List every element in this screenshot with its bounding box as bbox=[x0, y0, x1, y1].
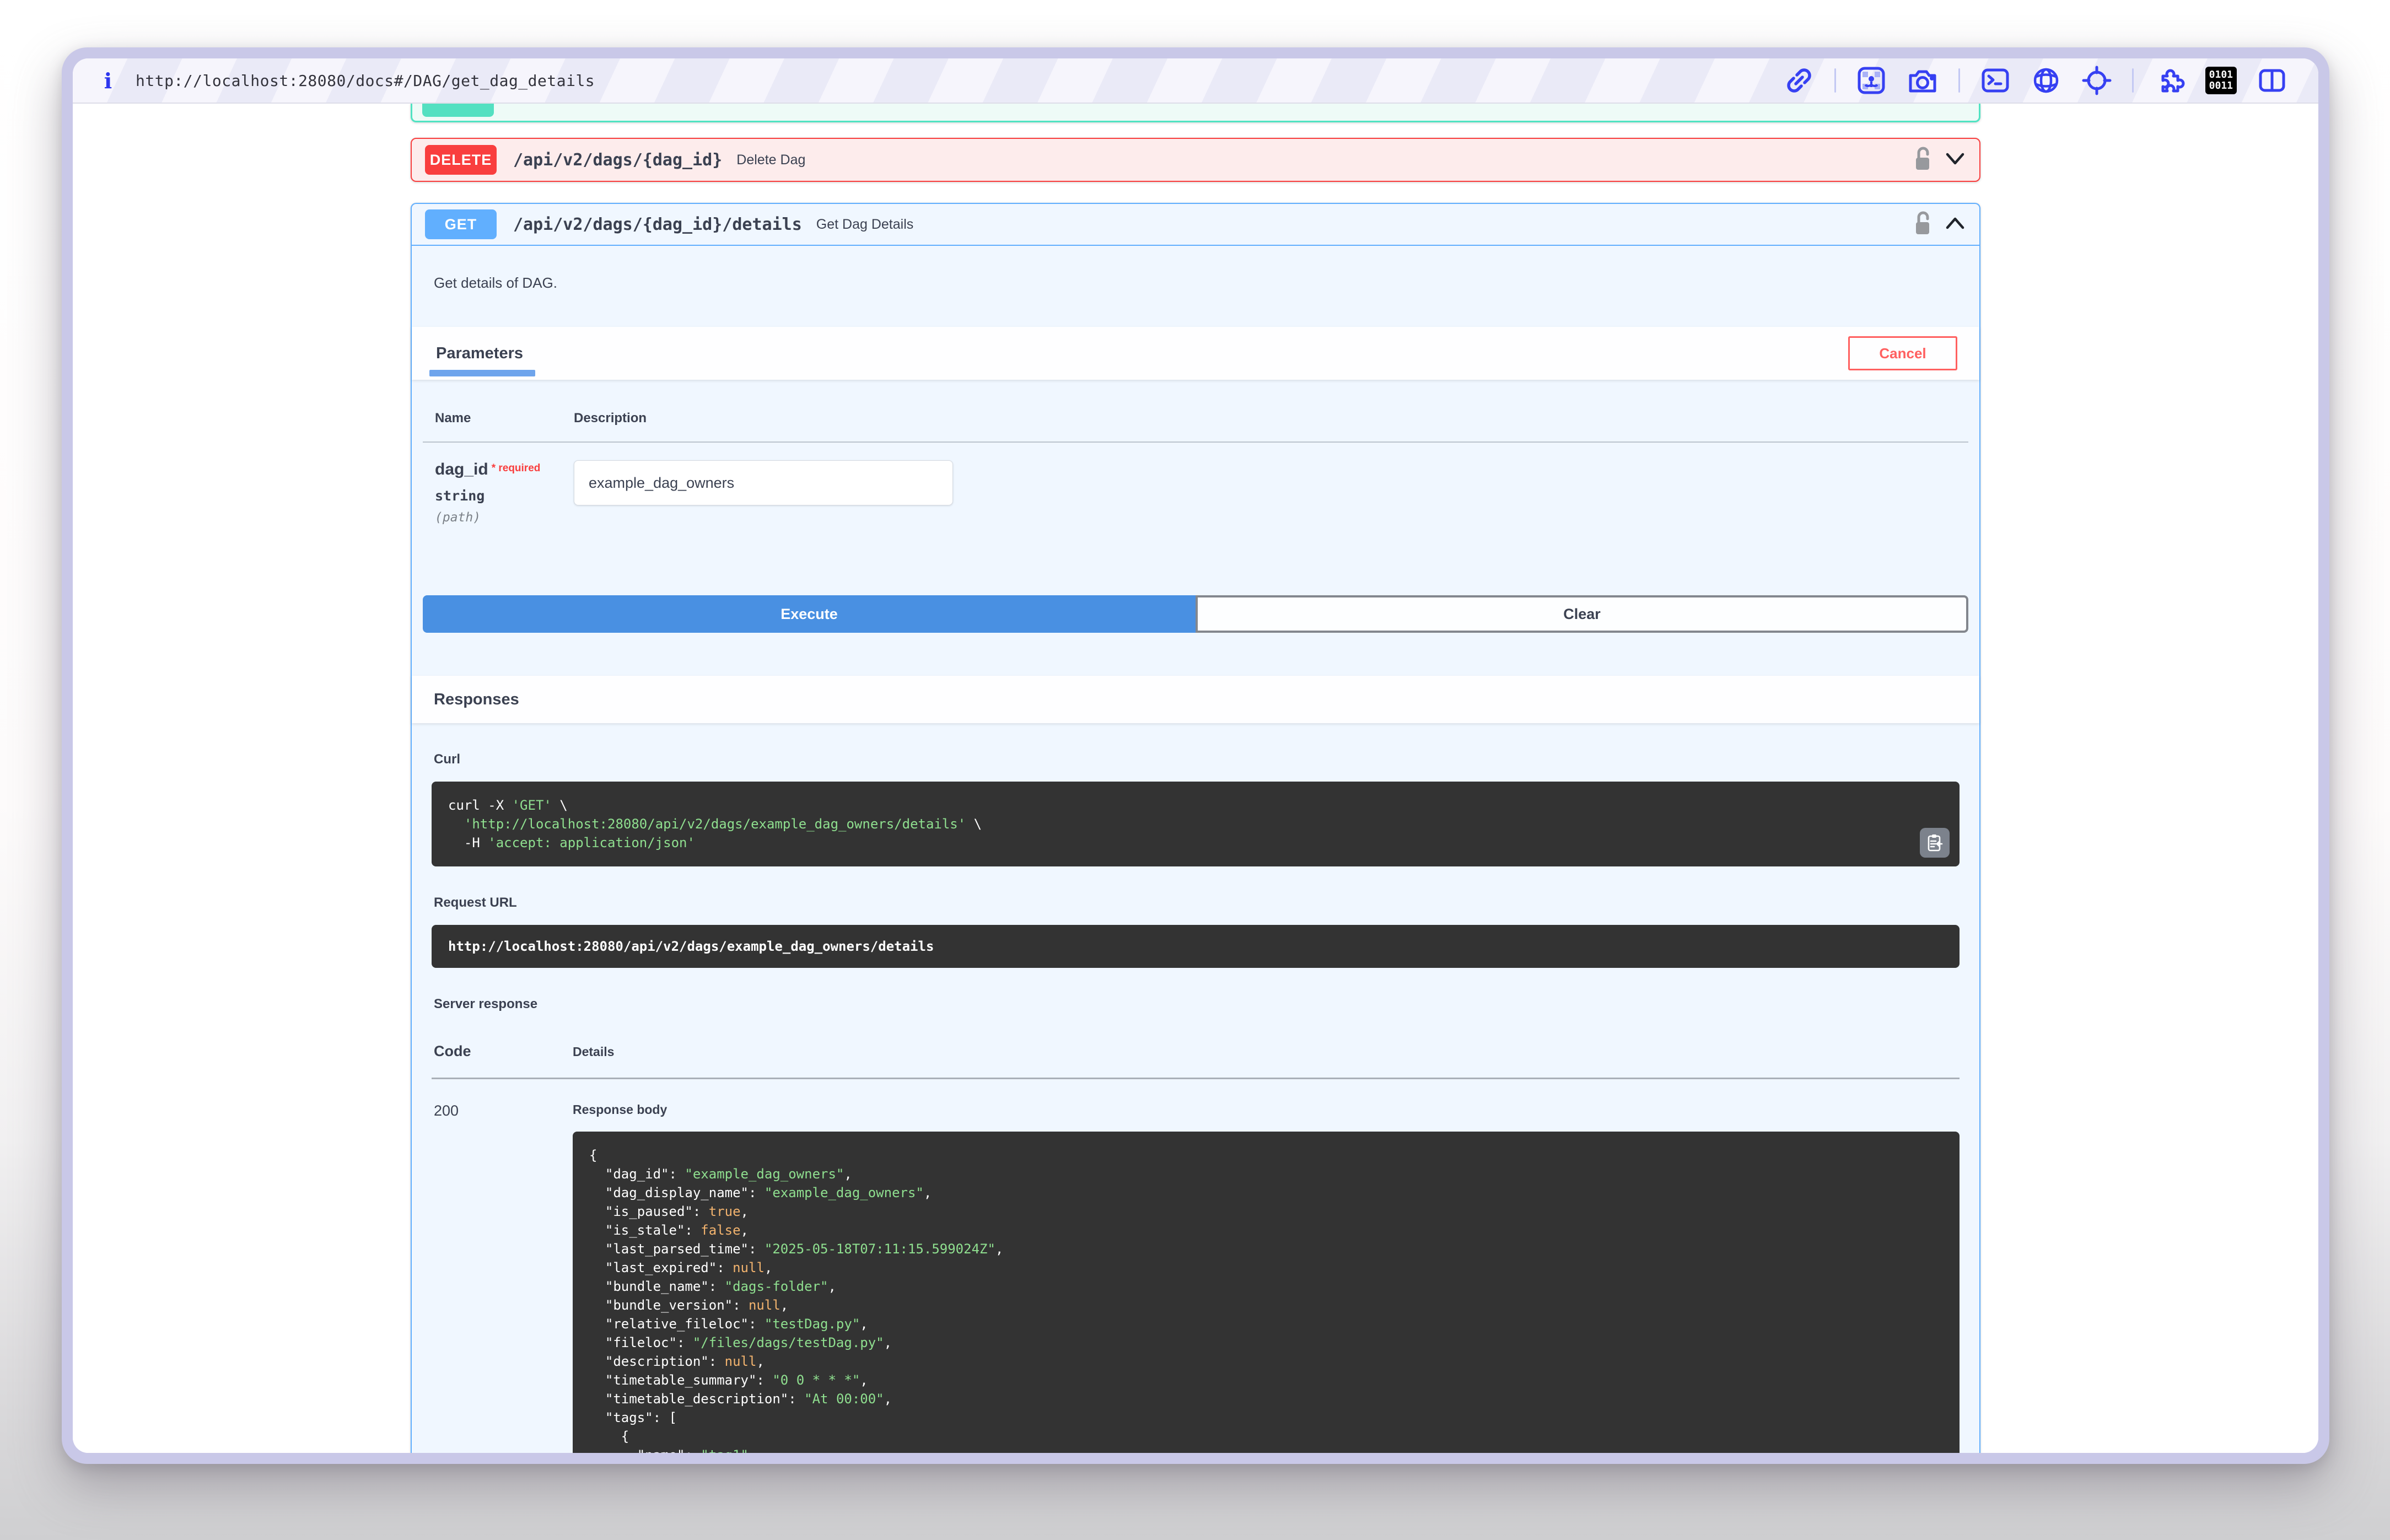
server-response-label: Server response bbox=[434, 997, 1960, 1012]
details-header: Details bbox=[573, 1044, 1960, 1059]
camera-icon[interactable] bbox=[1907, 65, 1939, 96]
link-icon[interactable] bbox=[1784, 65, 1815, 96]
tab-parameters[interactable]: Parameters bbox=[434, 327, 525, 380]
api-endpoints-column: DELETE /api/v2/dags/{dag_id} Delete Dag bbox=[411, 104, 1980, 1453]
param-name: dag_id bbox=[435, 460, 488, 478]
clear-button[interactable]: Clear bbox=[1196, 595, 1968, 633]
response-table-headers: Code Details bbox=[432, 1043, 1960, 1060]
parameters-section-header: Parameters Cancel bbox=[412, 327, 1979, 380]
request-url-box: http://localhost:28080/api/v2/dags/examp… bbox=[432, 925, 1960, 968]
endpoint-get-block: GET /api/v2/dags/{dag_id}/details Get Da… bbox=[411, 203, 1980, 1453]
swagger-page: DELETE /api/v2/dags/{dag_id} Delete Dag bbox=[73, 104, 2318, 1453]
response-details-cell: Response body { "dag_id": "example_dag_o… bbox=[573, 1102, 1960, 1453]
param-name-header: Name bbox=[435, 411, 574, 426]
responses-title: Responses bbox=[434, 691, 519, 709]
parameters-table: Name Description dag_id * required string bbox=[412, 380, 1979, 595]
param-name-cell: dag_id * required string (path) bbox=[435, 460, 574, 525]
responses-area: Curl curl -X 'GET' \ 'http://localhost:2… bbox=[412, 752, 1979, 1453]
endpoint-patch-partial[interactable] bbox=[411, 104, 1980, 122]
get-endpoint-path: /api/v2/dags/{dag_id}/details bbox=[513, 215, 802, 234]
curl-label: Curl bbox=[434, 752, 1960, 767]
endpoint-description: Get details of DAG. bbox=[412, 246, 1979, 327]
request-url-label: Request URL bbox=[434, 895, 1960, 911]
binary-code-icon[interactable]: 0101 0011 bbox=[2205, 67, 2237, 94]
response-row-200: 200 Response body { "dag_id": "example_d… bbox=[432, 1079, 1960, 1453]
param-type: string bbox=[435, 488, 574, 504]
info-icon[interactable]: i bbox=[97, 68, 119, 93]
chevron-down-icon[interactable] bbox=[1944, 151, 1966, 169]
request-url-value: http://localhost:28080/api/v2/dags/examp… bbox=[448, 939, 934, 954]
required-label: * required bbox=[492, 462, 541, 474]
param-row-dag-id: dag_id * required string (path) bbox=[423, 443, 1968, 595]
toolbar-separator bbox=[2132, 68, 2134, 93]
get-method-badge: GET bbox=[425, 209, 497, 239]
toolbar-separator bbox=[1834, 68, 1836, 93]
dag-id-input[interactable] bbox=[574, 460, 953, 505]
execute-button-group: Execute Clear bbox=[423, 595, 1968, 633]
target-icon[interactable] bbox=[2081, 65, 2112, 96]
param-value-cell bbox=[574, 460, 1968, 525]
unlock-icon[interactable] bbox=[1913, 146, 1933, 174]
param-description-header: Description bbox=[574, 411, 1968, 426]
puzzle-icon[interactable] bbox=[2154, 65, 2186, 96]
url-input[interactable]: http://localhost:28080/docs#/DAG/get_dag… bbox=[136, 72, 595, 90]
endpoint-delete-row[interactable]: DELETE /api/v2/dags/{dag_id} Delete Dag bbox=[411, 138, 1980, 182]
patch-method-badge bbox=[422, 104, 494, 117]
browser-window: i http://localhost:28080/docs#/DAG/get_d… bbox=[62, 47, 2329, 1464]
toolbar-icon-group: 0101 0011 bbox=[1784, 65, 2287, 96]
split-view-icon[interactable] bbox=[2257, 65, 2287, 96]
execute-button[interactable]: Execute bbox=[423, 595, 1196, 633]
response-body-label: Response body bbox=[573, 1102, 1960, 1117]
image-icon[interactable] bbox=[1856, 65, 1887, 96]
toolbar-separator bbox=[1958, 68, 1960, 93]
delete-endpoint-summary: Delete Dag bbox=[736, 152, 805, 168]
param-location: (path) bbox=[435, 510, 574, 525]
chevron-up-icon[interactable] bbox=[1944, 216, 1966, 234]
delete-endpoint-path: /api/v2/dags/{dag_id} bbox=[513, 150, 722, 170]
parameters-title: Parameters bbox=[436, 344, 523, 363]
active-tab-underline bbox=[429, 370, 535, 376]
status-code: 200 bbox=[434, 1102, 573, 1453]
browser-window-inner: i http://localhost:28080/docs#/DAG/get_d… bbox=[73, 58, 2318, 1453]
unlock-icon[interactable] bbox=[1913, 211, 1933, 239]
code-header: Code bbox=[434, 1043, 573, 1060]
get-endpoint-summary: Get Dag Details bbox=[816, 217, 913, 233]
browser-toolbar: i http://localhost:28080/docs#/DAG/get_d… bbox=[73, 58, 2318, 104]
responses-section-header: Responses bbox=[412, 676, 1979, 723]
delete-method-badge: DELETE bbox=[425, 145, 497, 175]
terminal-icon[interactable] bbox=[1980, 65, 2011, 96]
response-body-box: { "dag_id": "example_dag_owners", "dag_d… bbox=[573, 1132, 1960, 1453]
endpoint-get-header[interactable]: GET /api/v2/dags/{dag_id}/details Get Da… bbox=[412, 204, 1979, 246]
cancel-button[interactable]: Cancel bbox=[1848, 336, 1957, 370]
copy-curl-button[interactable] bbox=[1920, 828, 1950, 858]
curl-command-box: curl -X 'GET' \ 'http://localhost:28080/… bbox=[432, 782, 1960, 866]
globe-icon[interactable] bbox=[2031, 65, 2061, 96]
